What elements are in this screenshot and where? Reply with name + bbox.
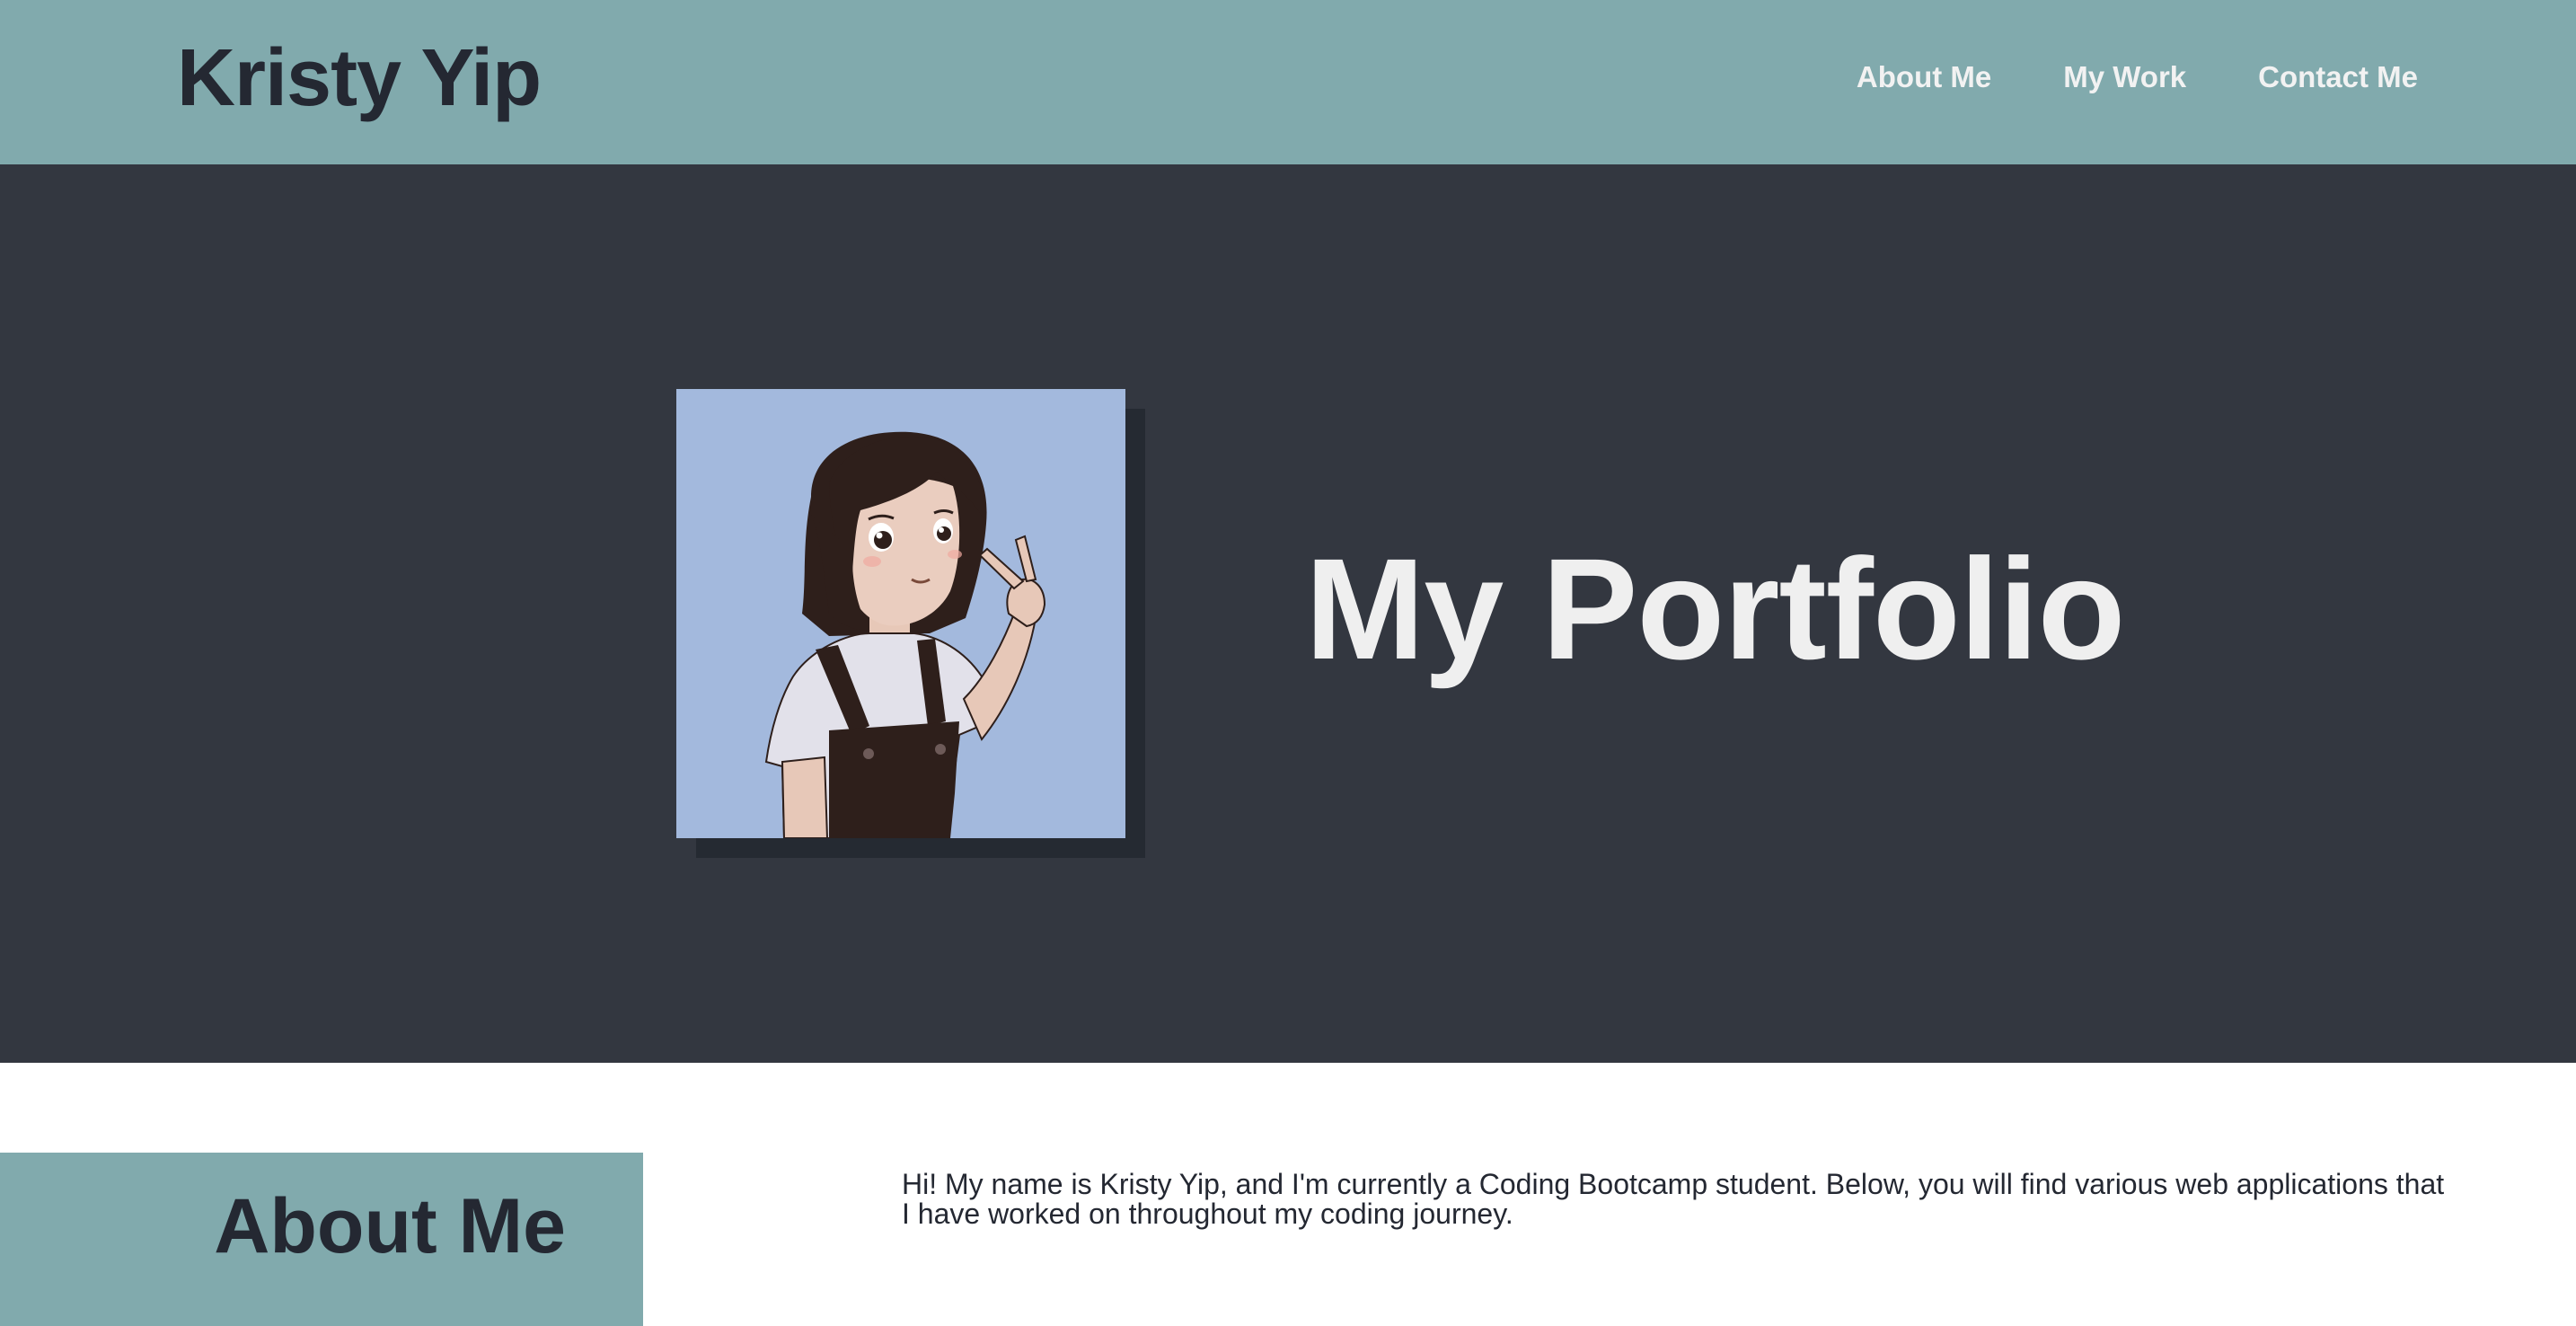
nav-link-my-work[interactable]: My Work: [2063, 59, 2186, 95]
about-heading-box: About Me: [0, 1153, 643, 1326]
site-header: Kristy Yip About Me My Work Contact Me: [0, 0, 2576, 164]
site-title[interactable]: Kristy Yip: [177, 29, 542, 128]
hero-section: My Portfolio: [0, 164, 2576, 1063]
nav-link-about-me[interactable]: About Me: [1857, 59, 1991, 95]
profile-avatar: [676, 389, 1125, 838]
about-heading: About Me: [214, 1183, 566, 1269]
cartoon-portrait-icon: [764, 431, 1046, 838]
main-nav: About Me My Work Contact Me: [1857, 59, 2418, 95]
about-paragraph: Hi! My name is Kristy Yip, and I'm curre…: [902, 1168, 2445, 1230]
hero-title: My Portfolio: [1305, 528, 2125, 689]
nav-link-contact-me[interactable]: Contact Me: [2258, 59, 2418, 95]
